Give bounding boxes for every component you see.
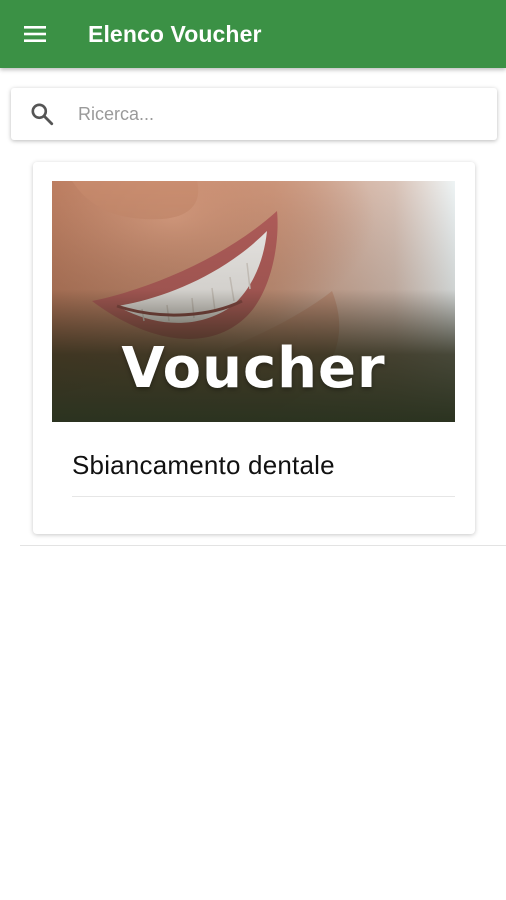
voucher-image: Voucher [52, 181, 455, 422]
search-bar[interactable] [11, 88, 497, 140]
voucher-card[interactable]: Voucher Sbiancamento dentale [33, 162, 475, 534]
card-divider [72, 496, 455, 497]
page-title: Elenco Voucher [88, 20, 262, 47]
search-input[interactable] [73, 94, 473, 134]
voucher-title: Sbiancamento dentale [72, 450, 335, 480]
menu-button[interactable] [0, 0, 70, 68]
app-bar: Elenco Voucher [0, 0, 506, 68]
search-icon[interactable] [11, 88, 73, 140]
voucher-image-text: Voucher [121, 336, 386, 401]
list-divider [20, 545, 506, 546]
menu-icon [24, 26, 46, 42]
